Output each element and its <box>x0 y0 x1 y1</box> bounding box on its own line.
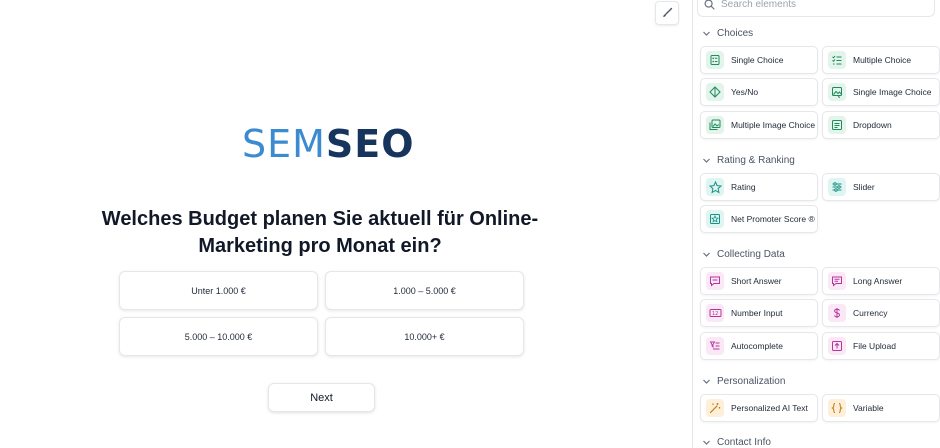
element-label: Variable <box>853 403 884 413</box>
section-header-contact-info[interactable]: Contact Info <box>702 437 771 448</box>
braces-icon <box>828 399 846 417</box>
nps-icon <box>706 210 724 228</box>
chevron-down-icon <box>703 158 710 163</box>
question-title: Welches Budget planen Sie aktuell für On… <box>101 208 539 257</box>
element-variable[interactable]: Variable <box>822 394 940 422</box>
chevron-down-icon <box>703 31 710 36</box>
element-label: Personalized AI Text <box>731 403 808 413</box>
element-label: Dropdown <box>853 120 892 130</box>
form-preview: SEM SEO Welches Budget planen Sie aktuell… <box>0 0 692 448</box>
section-title: Contact Info <box>717 437 771 448</box>
element-personalized-ai-text[interactable]: Personalized AI Text <box>700 394 818 422</box>
element-long-answer[interactable]: Long Answer <box>822 267 940 295</box>
element-net-promoter-score[interactable]: Net Promoter Score ® <box>700 205 818 233</box>
multiple-choice-icon <box>828 51 846 69</box>
section-title: Collecting Data <box>717 249 785 260</box>
number-input-icon: 12 <box>706 304 724 322</box>
answer-options: Unter 1.000 € 1.000 – 5.000 € 5.000 – 10… <box>119 271 524 356</box>
paintbrush-icon <box>663 7 673 17</box>
slider-icon <box>828 178 846 196</box>
brand-logo: SEM SEO <box>242 122 415 170</box>
long-answer-icon <box>828 272 846 290</box>
element-label: Autocomplete <box>731 341 783 351</box>
autocomplete-icon <box>706 337 724 355</box>
section-title: Rating & Ranking <box>717 155 795 166</box>
answer-option[interactable]: 10.000+ € <box>325 317 524 356</box>
magic-wand-icon <box>706 399 724 417</box>
section-header-choices[interactable]: Choices <box>702 28 753 39</box>
elements-panel: Choices Single Choice Multiple Choice Ye… <box>692 0 940 448</box>
section-header-rating-ranking[interactable]: Rating & Ranking <box>702 155 795 166</box>
chevron-down-icon <box>703 440 710 445</box>
svg-text:12: 12 <box>712 311 718 317</box>
element-multiple-image-choice[interactable]: Multiple Image Choice <box>700 111 818 139</box>
file-upload-icon <box>828 337 846 355</box>
section-title: Personalization <box>717 376 786 387</box>
element-label: Multiple Image Choice <box>731 120 816 130</box>
currency-icon <box>828 304 846 322</box>
element-slider[interactable]: Slider <box>822 173 940 201</box>
multiple-image-icon <box>706 116 724 134</box>
logo-part-sem: SEM <box>242 122 326 166</box>
element-file-upload[interactable]: File Upload <box>822 332 940 360</box>
element-label: Net Promoter Score ® <box>731 214 815 224</box>
element-label: File Upload <box>853 341 896 351</box>
element-currency[interactable]: Currency <box>822 299 940 327</box>
search-icon <box>704 0 715 10</box>
chevron-down-icon <box>703 252 710 257</box>
next-button[interactable]: Next <box>268 383 375 412</box>
yes-no-icon <box>706 83 724 101</box>
element-label: Short Answer <box>731 276 782 286</box>
element-label: Slider <box>853 182 875 192</box>
element-label: Multiple Choice <box>853 55 912 65</box>
element-multiple-choice[interactable]: Multiple Choice <box>822 46 940 74</box>
section-header-collecting-data[interactable]: Collecting Data <box>702 249 785 260</box>
element-yes-no[interactable]: Yes/No <box>700 78 818 106</box>
element-single-image-choice[interactable]: Single Image Choice <box>822 78 940 106</box>
dropdown-icon <box>828 116 846 134</box>
answer-option[interactable]: 5.000 – 10.000 € <box>119 317 318 356</box>
chevron-down-icon <box>703 379 710 384</box>
element-label: Long Answer <box>853 276 903 286</box>
answer-option[interactable]: Unter 1.000 € <box>119 271 318 310</box>
element-single-choice[interactable]: Single Choice <box>700 46 818 74</box>
element-autocomplete[interactable]: Autocomplete <box>700 332 818 360</box>
short-answer-icon <box>706 272 724 290</box>
element-label: Rating <box>731 182 756 192</box>
section-header-personalization[interactable]: Personalization <box>702 376 785 387</box>
element-label: Yes/No <box>731 87 759 97</box>
image-choice-icon <box>828 83 846 101</box>
element-dropdown[interactable]: Dropdown <box>822 111 940 139</box>
search-box <box>697 0 935 17</box>
element-label: Currency <box>853 308 888 318</box>
element-number-input[interactable]: 12 Number Input <box>700 299 818 327</box>
app-root: SEM SEO Welches Budget planen Sie aktuell… <box>0 0 940 448</box>
star-icon <box>706 178 724 196</box>
element-rating[interactable]: Rating <box>700 173 818 201</box>
element-label: Number Input <box>731 308 783 318</box>
element-label: Single Choice <box>731 55 784 65</box>
edit-style-button[interactable] <box>655 1 679 25</box>
logo-part-seo: SEO <box>325 122 415 166</box>
single-choice-icon <box>706 51 724 69</box>
search-input[interactable] <box>721 0 921 10</box>
element-short-answer[interactable]: Short Answer <box>700 267 818 295</box>
section-title: Choices <box>717 28 754 39</box>
answer-option[interactable]: 1.000 – 5.000 € <box>325 271 524 310</box>
element-label: Single Image Choice <box>853 87 932 97</box>
